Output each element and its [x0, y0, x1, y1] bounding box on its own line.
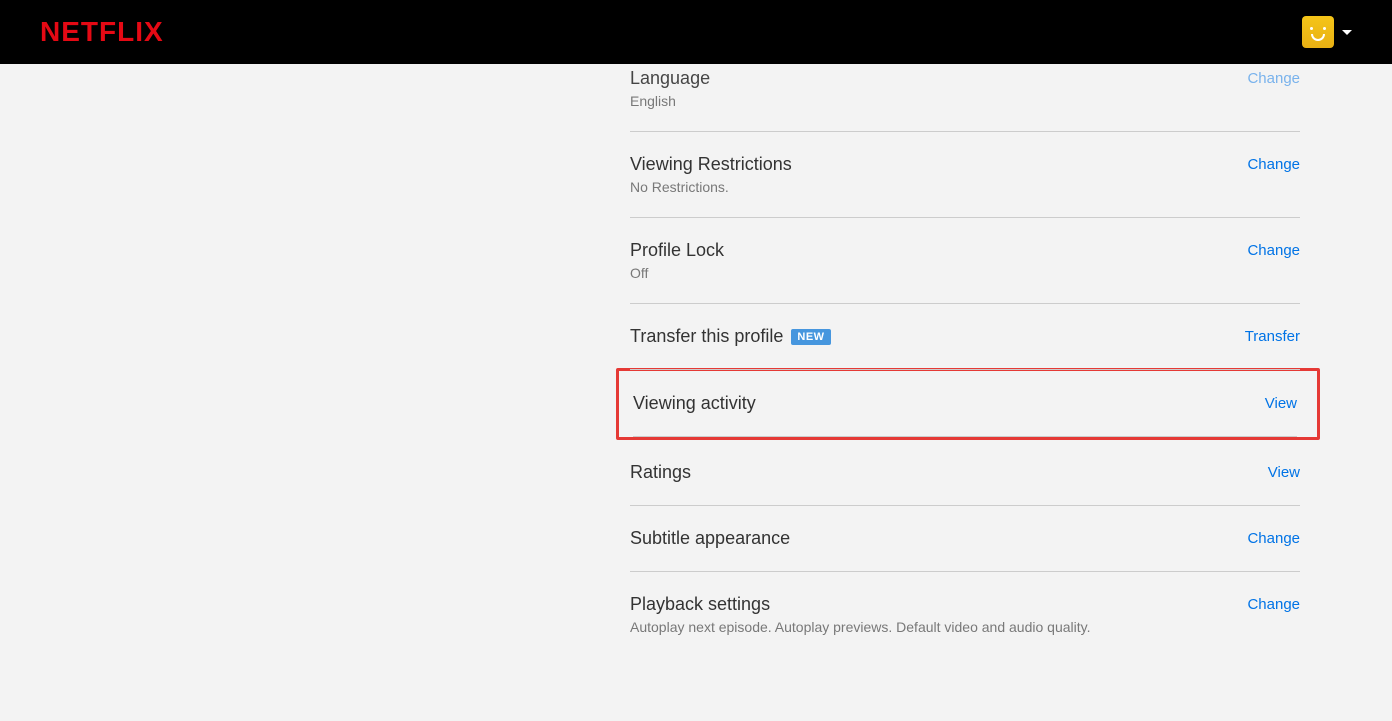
- setting-row-profile-lock: Profile Lock Off Change: [630, 218, 1300, 304]
- setting-subtitle: English: [630, 93, 1247, 109]
- new-badge: NEW: [791, 329, 830, 345]
- action-link-change[interactable]: Change: [1247, 596, 1300, 613]
- action-link-view[interactable]: View: [1268, 464, 1300, 481]
- setting-row-viewing-activity: Viewing activity View: [633, 371, 1297, 437]
- settings-content: Language English Change Viewing Restrict…: [92, 64, 1300, 657]
- setting-row-language: Language English Change: [630, 64, 1300, 132]
- setting-row-subtitle-appearance: Subtitle appearance Change: [630, 506, 1300, 572]
- setting-title-text: Transfer this profile: [630, 326, 783, 347]
- top-header: NETFLIX: [0, 0, 1392, 64]
- setting-title: Transfer this profile NEW: [630, 326, 1245, 347]
- setting-row-ratings: Ratings View: [630, 440, 1300, 506]
- setting-title: Viewing Restrictions: [630, 154, 1247, 175]
- setting-row-transfer-profile: Transfer this profile NEW Transfer: [630, 304, 1300, 370]
- highlighted-setting: Viewing activity View: [616, 368, 1320, 440]
- setting-subtitle: Autoplay next episode. Autoplay previews…: [630, 619, 1247, 635]
- setting-title: Playback settings: [630, 594, 1247, 615]
- setting-title: Viewing activity: [633, 393, 1265, 414]
- action-link-change[interactable]: Change: [1247, 156, 1300, 173]
- setting-row-playback-settings: Playback settings Autoplay next episode.…: [630, 572, 1300, 657]
- setting-subtitle: No Restrictions.: [630, 179, 1247, 195]
- setting-title: Subtitle appearance: [630, 528, 1247, 549]
- action-link-change[interactable]: Change: [1247, 242, 1300, 259]
- action-link-transfer[interactable]: Transfer: [1245, 328, 1300, 345]
- caret-down-icon: [1342, 30, 1352, 35]
- action-link-change[interactable]: Change: [1247, 530, 1300, 547]
- setting-row-viewing-restrictions: Viewing Restrictions No Restrictions. Ch…: [630, 132, 1300, 218]
- action-link-view[interactable]: View: [1265, 395, 1297, 412]
- action-link-change[interactable]: Change: [1247, 70, 1300, 87]
- netflix-logo[interactable]: NETFLIX: [40, 16, 164, 48]
- profile-menu-button[interactable]: [1302, 16, 1352, 48]
- avatar: [1302, 16, 1334, 48]
- setting-title: Profile Lock: [630, 240, 1247, 261]
- setting-subtitle: Off: [630, 265, 1247, 281]
- setting-title: Ratings: [630, 462, 1268, 483]
- setting-title: Language: [630, 68, 1247, 89]
